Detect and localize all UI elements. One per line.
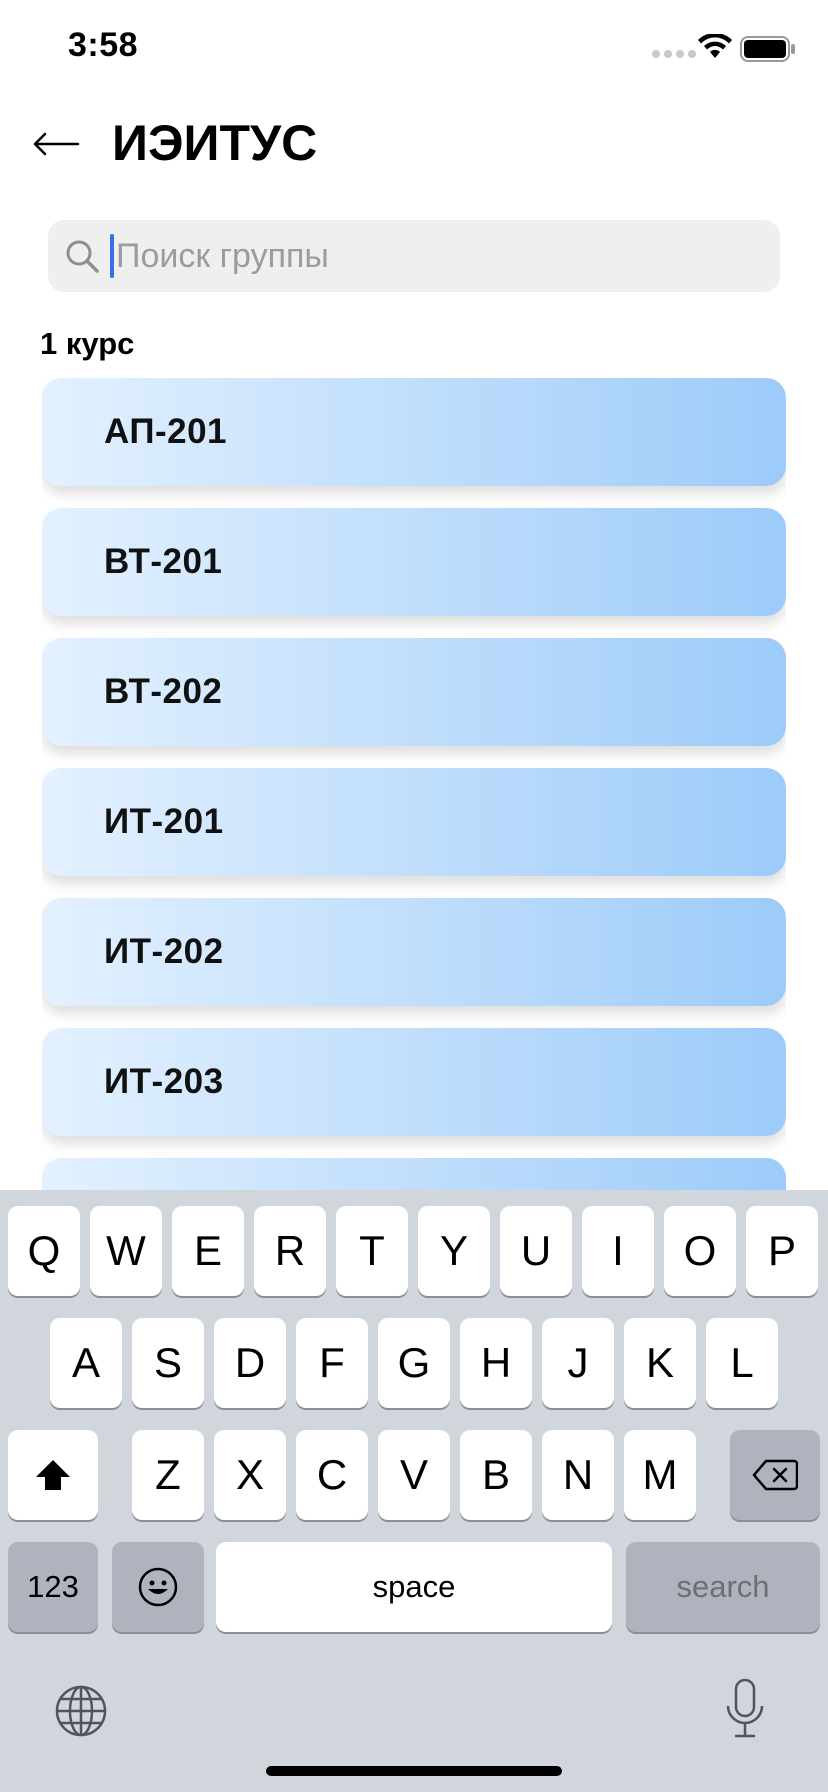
search-bar[interactable] (48, 220, 780, 292)
group-card[interactable]: ВТ-201 (42, 508, 786, 616)
group-label: АП-201 (104, 412, 228, 451)
back-button[interactable] (28, 122, 84, 166)
key-k[interactable]: K (624, 1318, 696, 1408)
wifi-icon (698, 34, 732, 58)
group-card[interactable]: АП-201 (42, 378, 786, 486)
emoji-icon (138, 1567, 178, 1607)
battery-icon (740, 36, 795, 62)
space-key[interactable]: space (216, 1542, 612, 1632)
cellular-signal-icon (652, 50, 696, 58)
backspace-icon (752, 1459, 798, 1491)
keyboard: Q W E R T Y U I O P A S D F G H J K L Z … (0, 1190, 828, 1792)
group-card[interactable]: ИТ-203 (42, 1028, 786, 1136)
shift-icon (36, 1460, 70, 1490)
key-n[interactable]: N (542, 1430, 614, 1520)
group-label: ИТ-201 (104, 802, 224, 841)
group-card[interactable]: ВТ-202 (42, 638, 786, 746)
backspace-key[interactable] (730, 1430, 820, 1520)
key-b[interactable]: B (460, 1430, 532, 1520)
key-e[interactable]: E (172, 1206, 244, 1296)
search-icon (66, 240, 99, 273)
microphone-icon[interactable] (724, 1678, 766, 1740)
key-a[interactable]: A (50, 1318, 122, 1408)
page-title: ИЭИТУС (112, 115, 318, 171)
group-label: ВТ-201 (104, 542, 223, 581)
key-y[interactable]: Y (418, 1206, 490, 1296)
key-t[interactable]: T (336, 1206, 408, 1296)
key-i[interactable]: I (582, 1206, 654, 1296)
group-card[interactable]: ИТ-202 (42, 898, 786, 1006)
group-card[interactable]: ИТ-201 (42, 768, 786, 876)
home-indicator (266, 1766, 562, 1776)
status-bar: 3:58 (0, 0, 828, 100)
key-r[interactable]: R (254, 1206, 326, 1296)
group-label: ИТ-202 (104, 932, 224, 971)
key-h[interactable]: H (460, 1318, 532, 1408)
key-v[interactable]: V (378, 1430, 450, 1520)
key-w[interactable]: W (90, 1206, 162, 1296)
text-cursor (110, 234, 114, 278)
group-label: ВТ-202 (104, 672, 223, 711)
shift-key[interactable] (8, 1430, 98, 1520)
group-list: АП-201 ВТ-201 ВТ-202 ИТ-201 ИТ-202 ИТ-20… (42, 378, 786, 1190)
key-x[interactable]: X (214, 1430, 286, 1520)
key-j[interactable]: J (542, 1318, 614, 1408)
key-p[interactable]: P (746, 1206, 818, 1296)
key-q[interactable]: Q (8, 1206, 80, 1296)
status-time: 3:58 (68, 26, 139, 64)
emoji-key[interactable] (112, 1542, 204, 1632)
arrow-left-icon (33, 132, 80, 156)
search-key[interactable]: search (626, 1542, 820, 1632)
search-input[interactable] (110, 220, 766, 292)
key-c[interactable]: C (296, 1430, 368, 1520)
course-section-title: 1 курс (40, 326, 135, 361)
key-o[interactable]: O (664, 1206, 736, 1296)
numbers-key[interactable]: 123 (8, 1542, 98, 1632)
group-card-partial[interactable] (42, 1158, 786, 1190)
key-s[interactable]: S (132, 1318, 204, 1408)
key-z[interactable]: Z (132, 1430, 204, 1520)
key-u[interactable]: U (500, 1206, 572, 1296)
key-m[interactable]: M (624, 1430, 696, 1520)
header: ИЭИТУС (0, 100, 828, 190)
key-l[interactable]: L (706, 1318, 778, 1408)
key-f[interactable]: F (296, 1318, 368, 1408)
key-g[interactable]: G (378, 1318, 450, 1408)
key-d[interactable]: D (214, 1318, 286, 1408)
group-label: ИТ-203 (104, 1062, 224, 1101)
globe-icon[interactable] (54, 1684, 108, 1738)
